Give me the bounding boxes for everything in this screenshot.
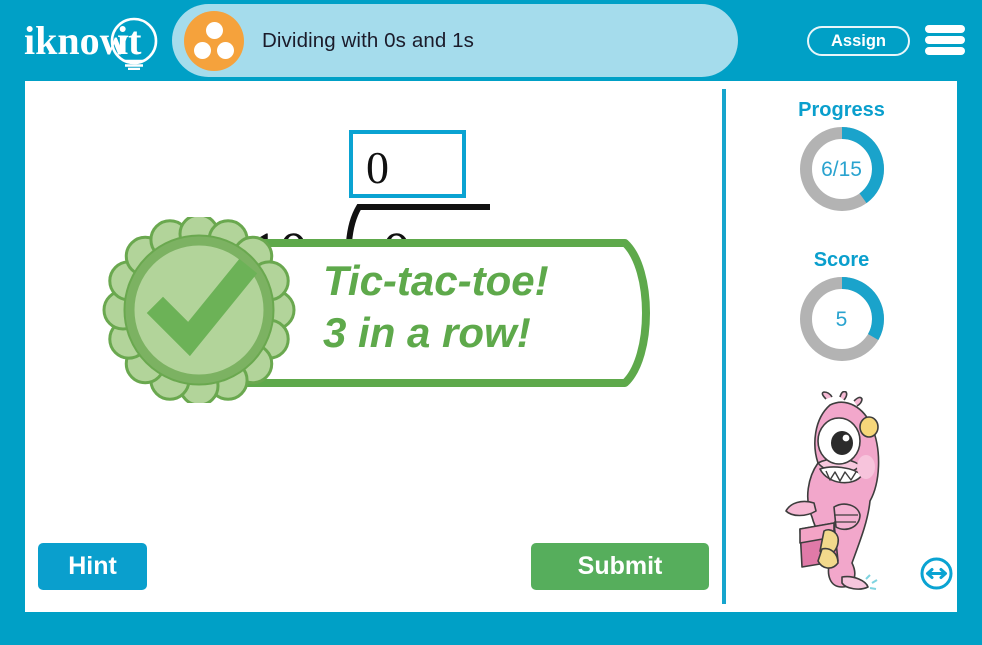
feedback-line-2: 3 in a row! <box>323 309 531 356</box>
hint-button[interactable]: Hint <box>38 543 147 590</box>
submit-button[interactable]: Submit <box>531 543 709 590</box>
iknowit-logo[interactable]: iknow it <box>24 16 166 71</box>
topic-title: Dividing with 0s and 1s <box>262 28 474 52</box>
check-rosette-icon <box>102 217 296 403</box>
left-right-arrow-icon[interactable] <box>920 557 953 590</box>
progress-value: 6/15 <box>821 158 862 181</box>
feedback-banner: Tic-tac-toe! 3 in a row! <box>101 217 661 403</box>
hamburger-menu-icon[interactable] <box>925 22 965 58</box>
assign-button[interactable]: Assign <box>806 26 910 56</box>
content-card: 0 10 0 Tic-tac-toe! 3 in a row <box>25 81 957 612</box>
score-value: 5 <box>835 308 848 331</box>
app-header: iknow it Dividing with 0s and 1s Assign <box>0 0 982 81</box>
stats-sidebar: Progress 6/15 Score 5 <box>726 81 957 612</box>
progress-label: Progress <box>798 99 885 121</box>
topic-pill: Dividing with 0s and 1s <box>172 4 738 77</box>
pink-monster-mascot-icon <box>785 391 880 590</box>
answer-value: 0 <box>366 142 389 193</box>
three-dots-icon <box>184 10 244 71</box>
app-root: iknow it Dividing with 0s and 1s Assign <box>0 0 982 645</box>
answer-input[interactable]: 0 <box>349 130 466 198</box>
feedback-message: Tic-tac-toe! 3 in a row! <box>323 255 549 359</box>
score-label: Score <box>813 249 870 271</box>
feedback-line-1: Tic-tac-toe! <box>323 257 549 304</box>
